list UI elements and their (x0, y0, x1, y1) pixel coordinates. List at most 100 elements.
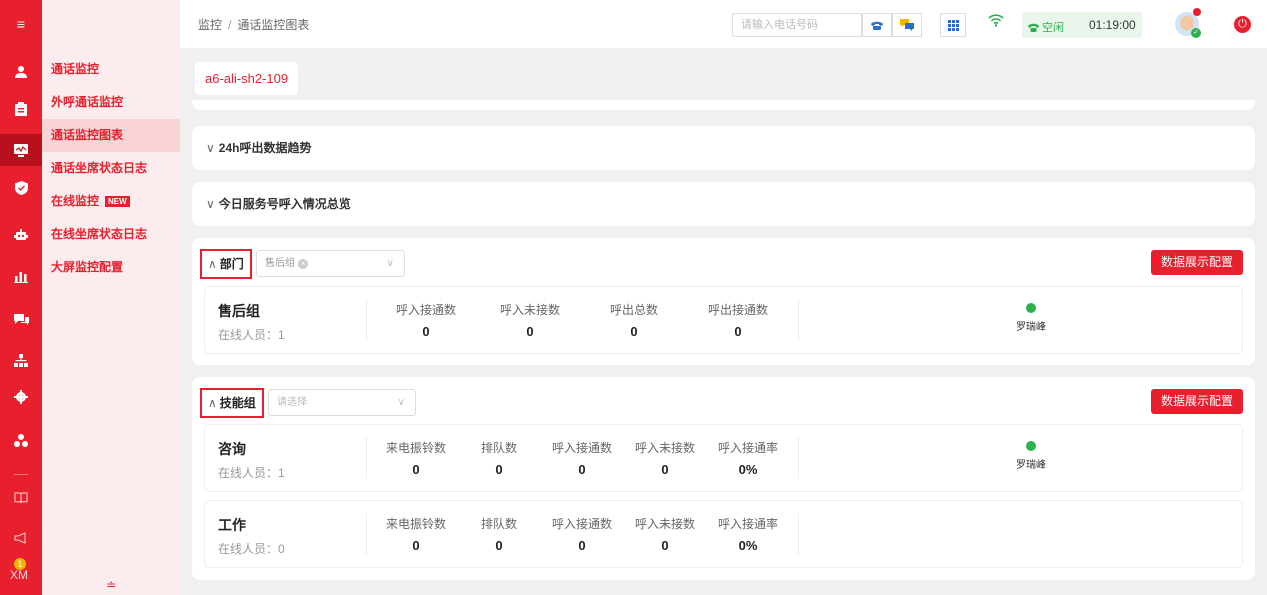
department-select[interactable]: 售后组 × ∨ (256, 250, 405, 277)
agent-status: 空闲 (1028, 19, 1064, 35)
gear-icon[interactable] (0, 381, 42, 413)
cluster-icon[interactable] (0, 424, 42, 456)
cluster-icon-svg (14, 433, 28, 447)
bar-chart-icon[interactable] (0, 260, 42, 292)
submenu-item-agent-status-log[interactable]: 通话坐席状态日志 (42, 152, 180, 185)
agent-name: 罗瑞峰 (1016, 322, 1046, 333)
department-selected-chip: 售后组 (265, 258, 295, 269)
server-tag[interactable]: a6-ali-sh2-109 (195, 62, 299, 95)
rail-bottom-label[interactable]: XM (10, 568, 28, 582)
skill-group-row: 咨询 在线人员：1 来电振铃数 0 排队数 0 呼入接通数 0 呼入未接数 0 呼入接通… (204, 424, 1243, 492)
user-icon[interactable] (0, 56, 42, 88)
online-agent[interactable]: 罗瑞峰 (1001, 303, 1061, 333)
online-agent[interactable]: 罗瑞峰 (1001, 441, 1061, 471)
department-section: ∧ 部门 售后组 × ∨ 数据展示配置 售后组 在线人员：1 呼入接通数 0 呼入未接… (192, 238, 1255, 365)
chevron-down-icon: ∨ (386, 258, 394, 269)
bar-chart-icon-svg (14, 271, 28, 283)
stat-label: 排队数 (480, 441, 517, 455)
stat-inbound-connected: 呼入接通数 0 (537, 439, 627, 477)
skill-group-toggle[interactable]: ∧ 技能组 (200, 388, 264, 418)
submenu-item-online-monitor[interactable]: 在线监控 NEW (42, 185, 180, 218)
shield-icon-svg (14, 181, 28, 195)
fold-today-inbound-overview[interactable]: ∨ 今日服务号呼入情况总览 (192, 182, 1255, 226)
submenu-item-outbound-monitor[interactable]: 外呼通话监控 (42, 86, 180, 119)
stat-label: 来电振铃数 (385, 441, 446, 455)
org-chart-icon[interactable] (0, 344, 42, 376)
status-timer: 01:19:00 (1089, 18, 1136, 32)
wifi-icon-svg (988, 14, 1004, 27)
stat-value: 0 (734, 324, 742, 339)
stat-value: 0 (578, 538, 586, 553)
stat-queue: 排队数 0 (454, 439, 544, 477)
submenu-item-call-monitor-chart[interactable]: 通话监控图表 (42, 119, 180, 152)
online-label: 在线人员： (218, 328, 279, 342)
robot-icon[interactable] (0, 219, 42, 251)
stat-value: 0 (630, 324, 638, 339)
shield-icon[interactable] (0, 172, 42, 204)
stat-ringing: 来电振铃数 0 (371, 439, 461, 477)
wifi-icon (988, 14, 1004, 31)
stat-value: 0 (495, 538, 503, 553)
stat-value: 0 (495, 462, 503, 477)
phone-number-input[interactable]: 请输入电话号码 (732, 13, 862, 37)
stat-outbound-total: 呼出总数 0 (589, 301, 679, 339)
stat-inbound-connected: 呼入接通数 0 (537, 515, 627, 553)
collapse-icon[interactable]: ≐ (106, 578, 116, 592)
book-icon[interactable] (0, 482, 42, 514)
group-name: 工作 (218, 517, 246, 533)
skill-group-select[interactable]: 请选择 ∨ (268, 389, 416, 416)
clipboard-icon-svg (15, 102, 27, 116)
chat-button[interactable] (892, 13, 922, 37)
megaphone-icon[interactable] (0, 522, 42, 554)
stat-inbound-rate: 呼入接通率 0% (703, 515, 793, 553)
chevron-down-icon: ∨ (206, 141, 215, 155)
status-phone-icon (1028, 23, 1039, 32)
stat-value: 0% (738, 462, 758, 477)
chevron-down-icon: ∨ (397, 397, 405, 408)
user-icon-svg (15, 66, 27, 78)
stat-label: 呼入未接数 (499, 303, 560, 317)
menu-icon[interactable]: ≡ (0, 8, 42, 40)
chip-remove-icon[interactable]: × (298, 259, 308, 269)
online-count: 在线人员：1 (218, 464, 285, 481)
agent-status-panel[interactable]: 空闲 01:19:00 (1022, 12, 1142, 38)
submenu: 通话监控 外呼通话监控 通话监控图表 通话坐席状态日志 在线监控 NEW 在线坐席… (42, 0, 180, 595)
online-count: 在线人员：1 (218, 326, 285, 343)
clipboard-icon[interactable] (0, 93, 42, 125)
chat-icon[interactable] (0, 303, 42, 335)
department-config-button[interactable]: 数据展示配置 (1150, 250, 1243, 275)
online-label: 在线人员： (218, 466, 279, 480)
department-toggle[interactable]: ∧ 部门 (200, 249, 252, 279)
fold-24h-outbound-trend[interactable]: ∨ 24h呼出数据趋势 (192, 126, 1255, 170)
stat-label: 呼出总数 (609, 303, 658, 317)
skill-group-config-button[interactable]: 数据展示配置 (1150, 389, 1243, 414)
avatar[interactable]: ✓ (1175, 8, 1201, 38)
submenu-item-call-monitor[interactable]: 通话监控 (42, 53, 180, 86)
breadcrumb: 监控 / 通话监控图表 (198, 16, 309, 33)
stat-label: 呼入接通数 (551, 441, 612, 455)
rail-divider (14, 474, 28, 475)
stat-value: 0 (412, 462, 420, 477)
department-row: 售后组 在线人员：1 呼入接通数 0 呼入未接数 0 呼出总数 0 呼出接通数 0 罗瑞… (204, 286, 1243, 354)
chat-icon-svg (13, 313, 29, 325)
agent-online-icon (1026, 303, 1036, 313)
stat-label: 来电振铃数 (385, 517, 446, 531)
agent-name: 罗瑞峰 (1016, 460, 1046, 471)
group-name: 咨询 (218, 441, 246, 457)
submenu-top (42, 0, 180, 48)
chevron-up-icon: ∧ (208, 257, 217, 271)
power-icon[interactable]: ⏻ (1234, 16, 1251, 33)
stat-label: 呼入接通率 (717, 517, 778, 531)
dial-phone-button[interactable] (862, 13, 892, 37)
top-header: 监控 / 通话监控图表 请输入电话号码 空闲 01:19:00 ✓ ⏻ (180, 0, 1267, 48)
breadcrumb-item-current: 通话监控图表 (237, 18, 310, 32)
stat-value: 0 (661, 538, 669, 553)
submenu-item-big-screen-config[interactable]: 大屏监控配置 (42, 251, 180, 284)
stat-ringing: 来电振铃数 0 (371, 515, 461, 553)
breadcrumb-item-monitor[interactable]: 监控 (198, 18, 222, 32)
divider (798, 437, 799, 479)
divider (798, 299, 799, 341)
app-grid-button[interactable] (940, 13, 966, 37)
online-value: 1 (278, 328, 285, 342)
submenu-item-online-agent-log[interactable]: 在线坐席状态日志 (42, 218, 180, 251)
